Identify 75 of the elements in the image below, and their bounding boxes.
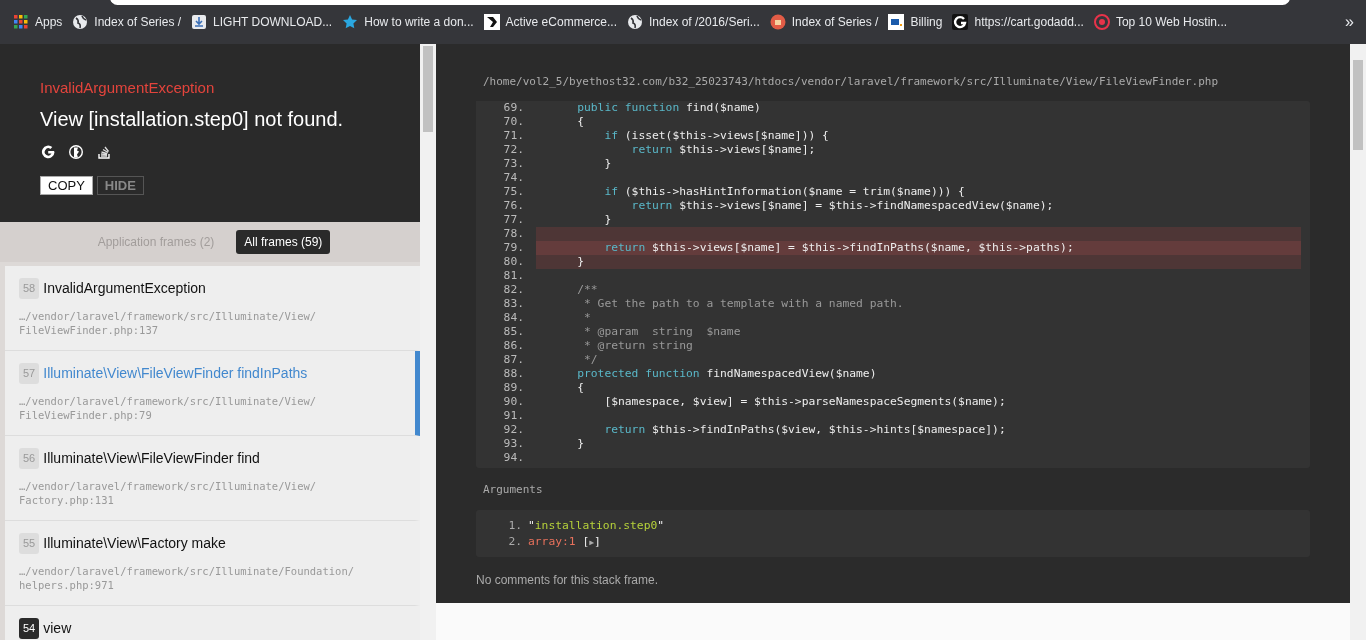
- code-line: if ($this->hasHintInformation($name = trim($name))) {: [603, 184, 965, 199]
- frame-file-path: …/vendor/laravel/framework/src/Illuminate/View/ FileViewFinder.php:79: [19, 394, 318, 422]
- code-line: }: [603, 212, 612, 227]
- more-bookmarks-button[interactable]: »: [1341, 10, 1358, 34]
- logo-icon: [483, 14, 500, 30]
- square-logo-icon: [888, 14, 905, 30]
- argument-value: array:1 [▶]: [528, 534, 601, 550]
- code-line: return $this->findInPaths($view, $this->hints[$namespace]);: [603, 422, 1006, 437]
- stack-frame[interactable]: 56 Illuminate\View\FileViewFinder find …/vendor/laravel/framework/src/Illuminate/View/ Factory.php:131: [5, 436, 420, 521]
- frame-index: 58: [19, 278, 40, 299]
- code-line: * @return string: [583, 338, 693, 353]
- comments-note: No comments for this stack frame.: [476, 572, 660, 589]
- exception-message: View [installation.step0] not found.: [40, 106, 345, 132]
- argument-number: 2.: [507, 534, 523, 550]
- code-line: protected function findNamespacedView($name): [576, 366, 877, 381]
- exception-type: InvalidArgumentException: [40, 78, 216, 98]
- code-line: return $this->views[$name] = $this->findInPaths($name, $this->paths);: [603, 240, 1074, 255]
- code-line: [$namespace, $view] = $this->parseNamespaceSegments($name);: [603, 394, 1006, 409]
- target-icon: [1093, 14, 1110, 30]
- code-line: }: [576, 254, 584, 269]
- bookmark[interactable]: Index of Series /: [67, 9, 187, 35]
- code-line: {: [576, 114, 584, 129]
- scrollbar[interactable]: [420, 44, 436, 640]
- scrollbar[interactable]: [1350, 44, 1366, 640]
- frame-file-path: …/vendor/laravel/framework/src/Illuminate/View/ FileViewFinder.php:137: [19, 309, 318, 337]
- bookmark[interactable]: Top 10 Web Hostin...: [1088, 9, 1233, 35]
- code-line: }: [603, 156, 612, 171]
- arguments-heading: Arguments: [482, 481, 544, 498]
- frame-title: Illuminate\View\FileViewFinder findInPaths: [43, 364, 308, 383]
- globe-icon: [627, 14, 643, 30]
- bookmark[interactable]: Active eCommerce...: [478, 9, 622, 35]
- frame-index: 56: [19, 448, 40, 469]
- frames-tab[interactable]: All frames (59): [236, 230, 331, 254]
- frame-index: 55: [19, 533, 40, 554]
- frame-title: Illuminate\View\Factory make: [43, 534, 226, 553]
- code-line: *: [583, 310, 591, 325]
- bookmark[interactable]: Billing: [883, 9, 948, 35]
- frame-title: InvalidArgumentException: [43, 279, 206, 298]
- frame-title: view: [43, 619, 72, 638]
- code-line: {: [576, 380, 584, 395]
- code-line: */: [583, 352, 598, 367]
- apps-grid-icon: [13, 14, 29, 30]
- code-line: * @param string $name: [583, 324, 741, 339]
- bookmark[interactable]: Apps: [8, 9, 68, 35]
- star-icon: [342, 14, 359, 30]
- frame-title: Illuminate\View\FileViewFinder find: [43, 449, 260, 468]
- stack-frame[interactable]: 55 Illuminate\View\Factory make …/vendor/laravel/framework/src/Illuminate/Foundation/ helpers.php:971: [5, 521, 420, 606]
- code-line: return $this->views[$name] = $this->findNamespacedView($name);: [630, 198, 1054, 213]
- code-line: return $this->views[$name];: [630, 142, 816, 157]
- copy-button[interactable]: COPY: [40, 175, 93, 195]
- bookmark[interactable]: Index of Series /: [764, 9, 884, 35]
- bookmark[interactable]: LIGHT DOWNLOAD...: [186, 9, 338, 35]
- download-icon: [191, 14, 208, 30]
- bookmark[interactable]: How to write a don...: [337, 9, 479, 35]
- stack-frame[interactable]: 54 view: [5, 606, 420, 640]
- code-line: public function find($name): [576, 100, 761, 115]
- frame-index: 54: [19, 618, 40, 639]
- frame-file-path: …/vendor/laravel/framework/src/Illuminate/Foundation/ helpers.php:971: [19, 564, 356, 592]
- frame-file-path: …/vendor/laravel/framework/src/Illuminate/View/ Factory.php:131: [19, 479, 318, 507]
- file-path: /home/vol2_5/byethost32.com/b32_25023743/htdocs/vendor/laravel/framework/src/Illuminate/View/FileViewFinder.php: [482, 74, 1220, 90]
- badge-icon: [769, 14, 786, 30]
- argument-value: "installation.step0": [528, 518, 665, 534]
- ring-logo-icon: [952, 14, 969, 30]
- argument-number: 1.: [507, 518, 523, 534]
- stack-frame[interactable]: 58 InvalidArgumentException …/vendor/laravel/framework/src/Illuminate/View/ FileViewFinder.php:137: [5, 266, 420, 351]
- bookmark[interactable]: Index of /2016/Seri...: [622, 9, 765, 35]
- code-line: }: [576, 436, 584, 451]
- bookmark[interactable]: https://cart.godadd...: [947, 9, 1089, 35]
- google-search-icon[interactable]: [40, 143, 56, 160]
- code-line: * Get the path to a template with a named path.: [583, 296, 904, 311]
- globe-icon: [72, 14, 89, 30]
- duck-icon[interactable]: [68, 143, 84, 160]
- code-line: /**: [576, 282, 598, 297]
- code-line: if (isset($this->views[$name])) {: [603, 128, 829, 143]
- frame-index: 57: [19, 363, 40, 384]
